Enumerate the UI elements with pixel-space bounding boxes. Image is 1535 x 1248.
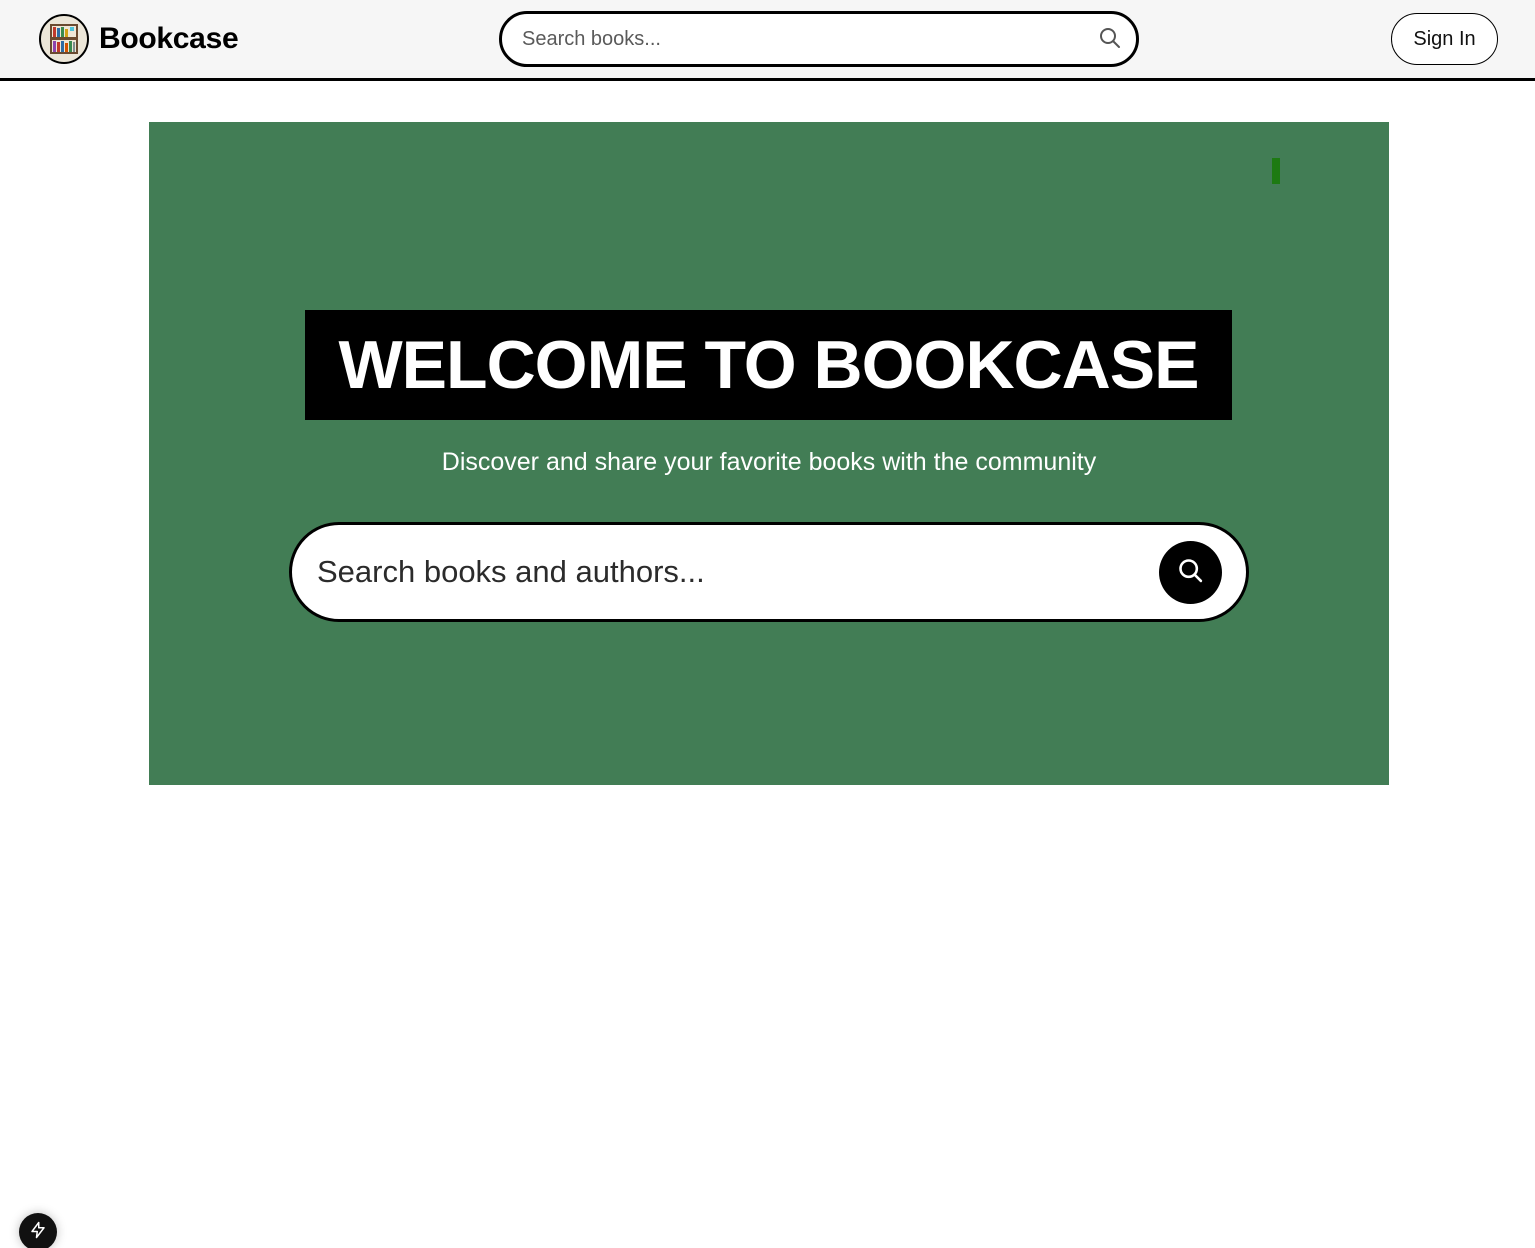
- hero-search-input[interactable]: [317, 525, 1137, 619]
- bookshelf-logo-icon: [39, 14, 89, 64]
- hero-accent-mark: [1272, 158, 1280, 184]
- brand-home-link[interactable]: Bookcase: [39, 14, 239, 64]
- lightning-icon: [29, 1221, 47, 1244]
- brand-name: Bookcase: [99, 22, 239, 55]
- hero-subtitle: Discover and share your favorite books w…: [441, 448, 1097, 476]
- hero-search-button[interactable]: [1159, 541, 1222, 604]
- header-search-input[interactable]: [522, 14, 1082, 64]
- header-search-box: [499, 11, 1139, 67]
- search-icon: [1177, 557, 1205, 588]
- dev-tools-badge[interactable]: [19, 1213, 57, 1248]
- search-icon[interactable]: [1098, 26, 1122, 50]
- hero-search-box: [289, 522, 1249, 622]
- sign-in-button[interactable]: Sign In: [1391, 13, 1498, 65]
- hero-title-box: WELCOME TO BOOKCASE: [305, 310, 1232, 420]
- hero-banner: WELCOME TO BOOKCASE Discover and share y…: [149, 122, 1389, 785]
- hero-title: WELCOME TO BOOKCASE: [338, 327, 1200, 403]
- top-navigation-bar: Bookcase Sign In: [0, 0, 1535, 81]
